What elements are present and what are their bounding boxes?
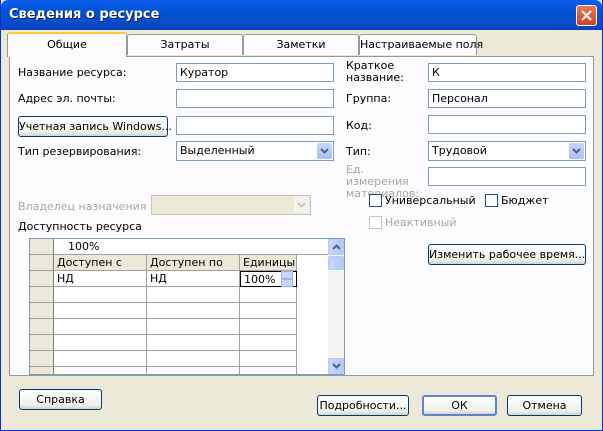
table-cell-units[interactable] (240, 335, 297, 351)
table-cell-units[interactable] (240, 319, 297, 335)
table-cell-available-to[interactable] (147, 319, 240, 335)
assignment-owner-label: Владелец назначения по (18, 200, 164, 213)
help-button[interactable]: Справка (19, 389, 102, 410)
table-cell-available-from[interactable]: НД (54, 271, 147, 287)
grid-row-header (30, 351, 54, 367)
booking-type-dropdown-button[interactable] (317, 143, 332, 159)
details-button[interactable]: Подробности... (317, 395, 409, 416)
scroll-thumb[interactable] (328, 256, 344, 270)
tab-custom-fields[interactable]: Настраиваемые поля (359, 34, 483, 55)
title-bar: Сведения о ресурсе (1, 0, 602, 30)
windows-account-button[interactable]: Учетная запись Windows... (18, 116, 172, 137)
budget-label: Бюджет (501, 194, 549, 207)
material-label-field (428, 167, 586, 186)
spin-up-button[interactable] (281, 271, 293, 279)
type-label: Тип: (346, 145, 371, 158)
assignment-owner-select (151, 195, 311, 215)
table-cell-units[interactable] (240, 351, 297, 367)
table-cell-available-to[interactable] (147, 303, 240, 319)
grid-vertical-scrollbar[interactable] (328, 239, 344, 374)
table-cell-available-to[interactable] (147, 335, 240, 351)
grid-corner (30, 239, 54, 255)
table-cell-available-from[interactable] (54, 335, 147, 351)
scroll-down-button[interactable] (328, 358, 344, 374)
email-label: Адрес эл. почты: (18, 92, 116, 105)
col-header-available-from[interactable]: Доступен с (54, 255, 147, 271)
budget-checkbox[interactable] (485, 194, 498, 207)
grid-row-header (30, 271, 54, 287)
window-title: Сведения о ресурсе (9, 7, 160, 22)
availability-grid[interactable]: 100% Доступен с Доступен по Единицы НД Н… (29, 238, 345, 375)
cancel-button[interactable]: Отмена (507, 395, 582, 416)
change-working-time-button[interactable]: Изменить рабочее время... (428, 244, 586, 265)
generic-label: Универсальный (385, 194, 476, 207)
code-label: Код: (346, 119, 372, 132)
table-cell-available-to[interactable] (147, 351, 240, 367)
chevron-down-icon (320, 148, 329, 154)
close-button[interactable] (576, 5, 597, 26)
grid-row-header (30, 319, 54, 335)
table-cell-available-from[interactable] (54, 303, 147, 319)
resource-name-field[interactable]: Куратор (176, 63, 334, 82)
initials-field[interactable]: К (428, 63, 586, 82)
chevron-up-icon (332, 244, 341, 250)
availability-label: Доступность ресурса (18, 220, 142, 233)
booking-type-label: Тип резервирования: (18, 145, 142, 158)
grid-row-header (30, 335, 54, 351)
table-cell-available-from[interactable] (54, 287, 147, 303)
windows-account-field[interactable] (176, 116, 334, 135)
table-cell-units[interactable] (240, 287, 297, 303)
inactive-label: Неактивный (385, 216, 457, 229)
spin-down-button[interactable] (281, 279, 293, 287)
tab-general[interactable]: Общие (7, 32, 127, 57)
units-spinner[interactable] (281, 271, 293, 287)
table-cell-available-to[interactable] (147, 287, 240, 303)
tab-notes[interactable]: Заметки (243, 34, 359, 55)
resource-name-label: Название ресурса: (18, 66, 127, 79)
table-cell-available-from[interactable] (54, 351, 147, 367)
ok-button[interactable]: ОК (422, 395, 497, 416)
table-cell-available-to[interactable] (147, 367, 240, 374)
col-header-available-to[interactable]: Доступен по (147, 255, 240, 271)
tab-costs[interactable]: Затраты (127, 34, 243, 55)
col-header-units[interactable]: Единицы (240, 255, 297, 271)
chevron-down-icon (332, 363, 341, 369)
type-value: Трудовой (432, 144, 487, 157)
generic-checkbox[interactable] (369, 194, 382, 207)
group-field[interactable]: Персонал (428, 89, 586, 108)
initials-label: Краткое название: (346, 59, 404, 84)
scroll-up-button[interactable] (328, 239, 344, 255)
grid-row-header (30, 303, 54, 319)
group-label: Группа: (346, 92, 392, 105)
inactive-checkbox (369, 216, 382, 229)
type-dropdown-button[interactable] (569, 143, 584, 159)
code-field[interactable] (428, 115, 586, 134)
close-icon (581, 10, 592, 21)
table-cell-units[interactable] (240, 367, 297, 374)
booking-type-value: Выделенный (180, 144, 255, 157)
table-cell-available-from[interactable] (54, 367, 147, 374)
grid-edit-bar[interactable]: 100% (54, 239, 329, 255)
resource-info-dialog: Сведения о ресурсе Общие Затраты Заметки… (0, 0, 603, 431)
grid-row-header (30, 255, 54, 271)
email-field[interactable] (176, 89, 334, 108)
grid-row-header (30, 287, 54, 303)
grid-row-header (30, 367, 54, 374)
booking-type-select[interactable]: Выделенный (176, 141, 334, 161)
table-cell-available-from[interactable] (54, 319, 147, 335)
assignment-owner-dropdown-button (294, 197, 309, 213)
chevron-down-icon (297, 202, 306, 208)
table-cell-available-to[interactable]: НД (147, 271, 240, 287)
table-cell-units[interactable] (240, 303, 297, 319)
chevron-down-icon (572, 148, 581, 154)
type-select[interactable]: Трудовой (428, 141, 586, 161)
